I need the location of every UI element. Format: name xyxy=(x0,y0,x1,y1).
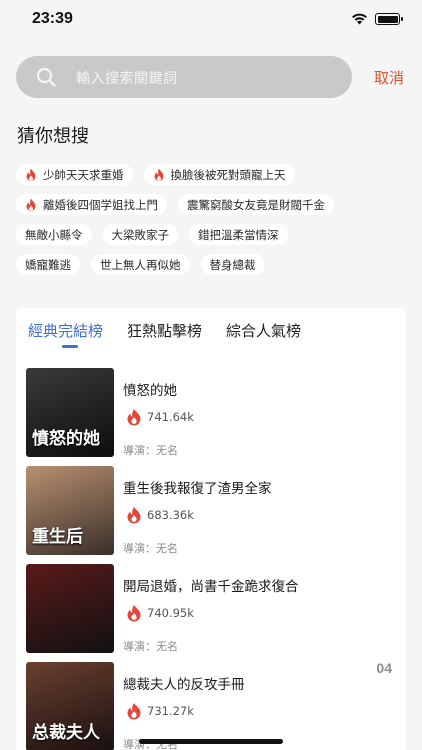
rank-tab[interactable]: 經典完結榜 xyxy=(28,320,103,348)
suggestion-tag[interactable]: 嬌寵難逃 xyxy=(16,254,80,275)
book-cover-text: 重生后 xyxy=(32,527,83,547)
heat-value: 683.36k xyxy=(147,508,194,522)
rank-number: 04 xyxy=(376,660,392,676)
book-heat: 741.64k xyxy=(125,408,194,426)
heat-fire-icon xyxy=(127,703,141,720)
heat-value: 740.95k xyxy=(147,606,194,620)
heat-value: 741.64k xyxy=(147,410,194,424)
book-cover[interactable]: 憤怒的她 xyxy=(26,368,114,457)
suggestion-tag-label: 少帥天天求重婚 xyxy=(43,167,124,182)
book-item[interactable]: 開局退婚，尚書千金跪求復合 740.95k 導演：无名 xyxy=(26,564,396,662)
suggestion-tag[interactable]: 換臉後被死對頭寵上天 xyxy=(143,164,295,185)
book-heat: 731.27k xyxy=(125,702,194,720)
status-icons xyxy=(351,13,403,25)
suggestion-tag[interactable]: 少帥天天求重婚 xyxy=(16,164,133,185)
suggestion-tag-label: 離婚後四個学姐找上門 xyxy=(43,197,158,212)
book-director: 導演：无名 xyxy=(123,542,178,555)
suggestion-tag-label: 大梁敗家子 xyxy=(111,227,170,242)
heat-fire-icon xyxy=(127,409,141,426)
wifi-icon xyxy=(352,13,367,25)
book-cover-text: 憤怒的她 xyxy=(32,429,100,449)
suggestion-tag[interactable]: 替身總裁 xyxy=(200,254,265,275)
tag-row: 少帥天天求重婚 換臉後被死對頭寵上天 xyxy=(16,164,406,185)
suggestion-tag-label: 世上無人再似她 xyxy=(100,257,181,272)
book-heat: 740.95k xyxy=(125,604,194,622)
book-title: 總裁夫人的反攻手冊 xyxy=(123,677,245,693)
cancel-button[interactable]: 取消 xyxy=(374,67,404,88)
book-list: 憤怒的她 憤怒的她 741.64k 導演：无名 重生后 重生後我報復了渣男全家 … xyxy=(26,368,396,750)
book-title: 重生後我報復了渣男全家 xyxy=(123,481,272,497)
book-heat: 683.36k xyxy=(125,506,194,524)
suggestion-tag[interactable]: 錯把溫柔當情深 xyxy=(189,224,288,245)
book-cover[interactable] xyxy=(26,564,114,653)
suggestion-tag-label: 換臉後被死對頭寵上天 xyxy=(170,167,286,182)
book-item[interactable]: 总裁夫人 總裁夫人的反攻手冊 731.27k 導演：无名 xyxy=(26,662,396,750)
status-time: 23:39 xyxy=(32,10,73,27)
heat-fire-icon xyxy=(127,605,141,622)
search-row: 輸入搜索關鍵詞 取消 xyxy=(16,56,408,98)
tag-row: 嬌寵難逃 世上無人再似她 替身總裁 xyxy=(16,254,406,275)
suggestion-tags: 少帥天天求重婚 換臉後被死對頭寵上天 離婚後四個学姐找上門 震驚窮酸女友竟是財閥千… xyxy=(16,164,406,284)
suggestion-tag[interactable]: 震驚窮酸女友竟是財閥千金 xyxy=(178,194,334,215)
tag-row: 無敵小縣令 大梁敗家子 錯把溫柔當情深 xyxy=(16,224,406,245)
hot-fire-icon xyxy=(26,168,36,181)
home-indicator xyxy=(139,739,283,744)
suggestion-tag[interactable]: 離婚後四個学姐找上門 xyxy=(16,194,167,215)
book-item[interactable]: 重生后 重生後我報復了渣男全家 683.36k 導演：无名 xyxy=(26,466,396,564)
status-bar: 23:39 xyxy=(0,0,422,44)
search-icon xyxy=(36,67,56,87)
rank-tab[interactable]: 綜合人氣榜 xyxy=(226,320,301,341)
search-placeholder: 輸入搜索關鍵詞 xyxy=(76,71,178,87)
book-title: 開局退婚，尚書千金跪求復合 xyxy=(123,579,299,595)
battery-icon xyxy=(375,13,403,25)
search-input[interactable]: 輸入搜索關鍵詞 xyxy=(16,56,352,98)
suggestion-tag-label: 無敵小縣令 xyxy=(25,227,83,242)
suggestion-tag-label: 嬌寵難逃 xyxy=(25,257,71,272)
book-item[interactable]: 憤怒的她 憤怒的她 741.64k 導演：无名 xyxy=(26,368,396,466)
book-title: 憤怒的她 xyxy=(123,383,177,399)
hot-fire-icon xyxy=(26,198,36,211)
heat-value: 731.27k xyxy=(147,704,194,718)
book-cover[interactable]: 总裁夫人 xyxy=(26,662,114,750)
hot-fire-icon xyxy=(154,168,163,181)
book-director: 導演：无名 xyxy=(123,444,178,457)
book-cover[interactable]: 重生后 xyxy=(26,466,114,555)
tag-row: 離婚後四個学姐找上門 震驚窮酸女友竟是財閥千金 xyxy=(16,194,406,215)
suggestions-title: 猜你想搜 xyxy=(17,126,89,147)
rank-tab[interactable]: 狂熱點擊榜 xyxy=(127,320,202,341)
suggestion-tag-label: 替身總裁 xyxy=(209,257,256,272)
rank-tabs: 經典完結榜 狂熱點擊榜 綜合人氣榜 xyxy=(28,320,301,348)
suggestion-tag[interactable]: 大梁敗家子 xyxy=(102,224,178,245)
rank-panel: 經典完結榜 狂熱點擊榜 綜合人氣榜 憤怒的她 憤怒的她 741.64k 導演：无名 … xyxy=(16,308,406,750)
suggestion-tag-label: 震驚窮酸女友竟是財閥千金 xyxy=(187,197,325,212)
book-director: 導演：无名 xyxy=(123,640,178,653)
suggestion-tag-label: 錯把溫柔當情深 xyxy=(198,227,279,242)
suggestion-tag[interactable]: 世上無人再似她 xyxy=(91,254,190,275)
suggestion-tag[interactable]: 無敵小縣令 xyxy=(16,224,92,245)
book-cover-text: 总裁夫人 xyxy=(32,723,100,743)
heat-fire-icon xyxy=(127,507,141,524)
